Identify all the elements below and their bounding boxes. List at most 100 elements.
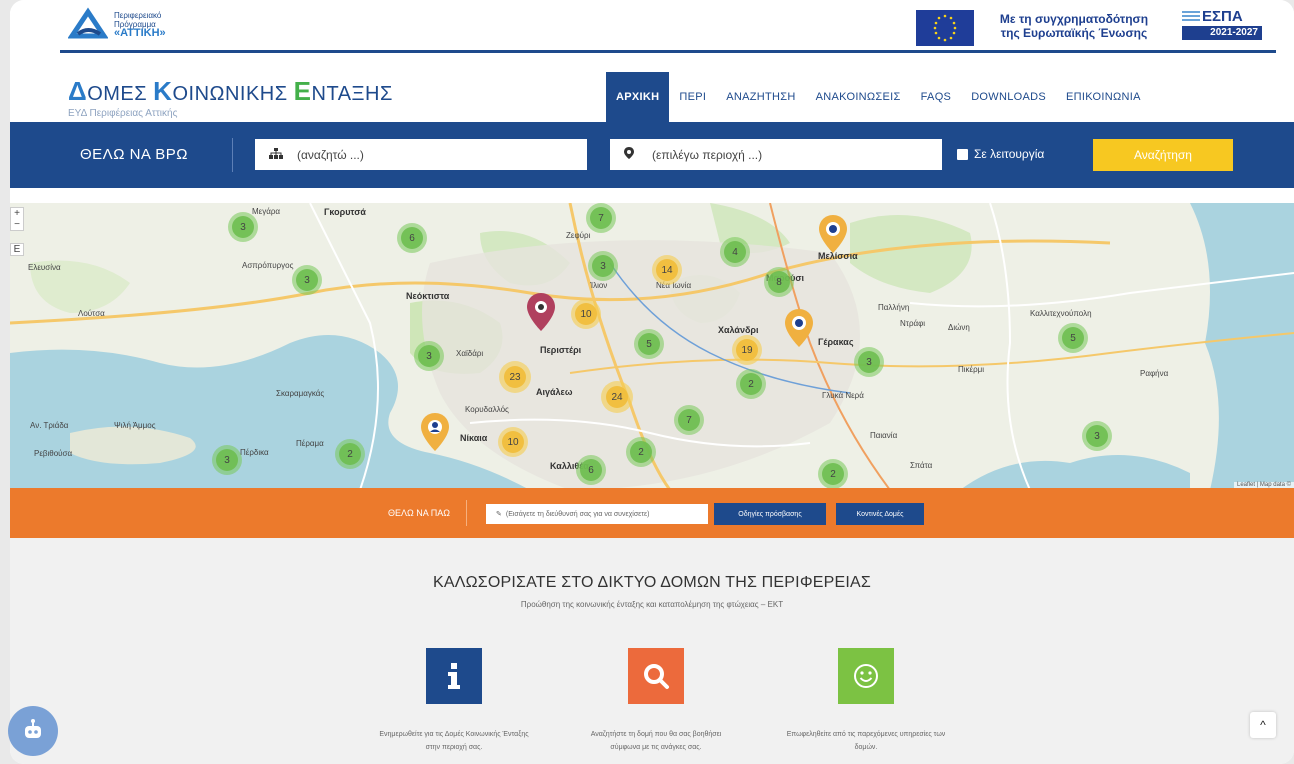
nav-faqs[interactable]: FAQS [911,72,962,122]
cluster-count: 6 [580,459,602,481]
directions-divider [466,500,467,526]
map-cluster[interactable]: 3 [414,341,444,371]
map-cluster[interactable]: 3 [228,212,258,242]
map-place-label: Κορυδαλλός [465,405,509,414]
cluster-count: 10 [502,431,524,453]
map-cluster[interactable]: 10 [498,427,528,457]
map-cluster[interactable]: 3 [1082,421,1112,451]
top-banner: Περιφερειακό Πρόγραμμα «ΑΤΤΙΚΗ» Με τη συ… [10,0,1294,53]
structure-pin-icon[interactable] [420,413,450,451]
directions-button[interactable]: Οδηγίες πρόσβασης [714,503,826,525]
map-place-label: Χαλάνδρι [718,325,759,335]
structures-map[interactable]: + − E Μεγάρα Γκορυτσά Ζεφύρι Μελίσσια Μα… [10,203,1294,490]
map-place-label: Παλλήνη [878,303,910,312]
map-cluster[interactable]: 2 [818,459,848,489]
map-cluster[interactable]: 2 [335,439,365,469]
smile-icon[interactable] [838,648,894,704]
espa-bars-icon [1182,11,1200,25]
espa-logo: ΕΣΠΑ 2021-2027 [1180,8,1264,48]
map-cluster[interactable]: 7 [586,203,616,233]
page: Περιφερειακό Πρόγραμμα «ΑΤΤΙΚΗ» Με τη συ… [10,0,1294,764]
main-navigation-row: ΔΟΜΕΣ ΚΟΙΝΩΝΙΚΗΣ ΕΝΤΑΞΗΣ ΕΥΔ Περιφέρειας… [10,56,1294,122]
nav-announcements[interactable]: ΑΝΑΚΟΙΝΩΣΕΙΣ [806,72,911,122]
feature-search-text: Αναζητήστε τη δομή που θα σας βοηθήσει σ… [590,731,722,751]
map-cluster[interactable]: 3 [588,251,618,281]
map-cluster[interactable]: 24 [601,381,633,413]
site-title-word-2: ΟΙΝΩΝΙΚΗΣ [172,83,294,105]
scroll-to-top-button[interactable]: ^ [1250,712,1276,738]
cluster-count: 8 [768,271,790,293]
feature-info-text: Ενημερωθείτε για τις Δομές Κοινωνικής Έν… [379,731,529,751]
pencil-icon: ✎ [496,511,502,518]
nav-contact[interactable]: ΕΠΙΚΟΙΝΩΝΙΑ [1056,72,1151,122]
map-cluster[interactable]: 3 [292,265,322,295]
area-select-input[interactable]: (επιλέγω περιοχή ...) [610,139,942,170]
cluster-count: 7 [590,207,612,229]
cluster-count: 3 [296,269,318,291]
info-icon[interactable] [426,648,482,704]
address-input[interactable]: ✎ (Εισάγετε τη διεύθυνσή σας για να συνε… [486,504,708,524]
nearby-structures-button[interactable]: Κοντινές Δομές [836,503,924,525]
espa-years: 2021-2027 [1182,26,1262,40]
site-title-initial-1: Δ [68,76,88,106]
layer-control[interactable]: E [10,243,24,256]
map-cluster[interactable]: 10 [571,299,601,329]
funding-line2: της Ευρωπαϊκής Ένωσης [1000,26,1148,40]
structure-pin-icon[interactable] [784,309,814,347]
site-logo[interactable]: ΔΟΜΕΣ ΚΟΙΝΩΝΙΚΗΣ ΕΝΤΑΞΗΣ ΕΥΔ Περιφέρειας… [68,76,393,119]
cluster-count: 3 [232,216,254,238]
map-place-label: Ζεφύρι [566,231,591,240]
map-cluster[interactable]: 2 [626,437,656,467]
map-cluster[interactable]: 2 [736,369,766,399]
program-logo[interactable]: Περιφερειακό Πρόγραμμα «ΑΤΤΙΚΗ» [68,6,166,42]
site-title-initial-3: Ε [293,76,312,106]
structure-pin-icon[interactable] [818,215,848,253]
feature-search: Αναζητήστε τη δομή που θα σας βοηθήσει σ… [556,648,756,754]
map-place-label: Ρεβιθούσα [34,449,73,458]
zoom-out-button[interactable]: − [11,219,23,230]
map-cluster[interactable]: 8 [764,267,794,297]
map-place-label: Ντράφι [900,319,926,328]
map-place-label: Σκαραμαγκάς [276,389,325,398]
robot-icon[interactable] [8,706,58,756]
map-cluster[interactable]: 6 [397,223,427,253]
site-title: ΔΟΜΕΣ ΚΟΙΝΩΝΙΚΗΣ ΕΝΤΑΞΗΣ [68,76,393,107]
map-cluster[interactable]: 3 [854,347,884,377]
selected-location-pin-icon[interactable] [526,293,556,331]
map-cluster[interactable]: 23 [499,361,531,393]
search-icon[interactable] [628,648,684,704]
structure-search-input[interactable]: (αναζητώ ...) [255,139,587,170]
nav-home[interactable]: ΑΡΧΙΚΗ [606,72,670,122]
cluster-count: 3 [858,351,880,373]
espa-label: ΕΣΠΑ [1202,8,1243,25]
nav-downloads[interactable]: DOWNLOADS [961,72,1056,122]
map-cluster[interactable]: 14 [652,255,682,285]
map-cluster[interactable]: 5 [634,329,664,359]
map-marker-icon [624,147,638,162]
nav-about[interactable]: ΠΕΡΙ [669,72,716,122]
map-cluster[interactable]: 6 [576,455,606,485]
active-filter-checkbox[interactable]: Σε λειτουργία [957,147,1044,161]
directions-title: ΘΕΛΩ ΝΑ ΠΑΩ [388,508,450,518]
cluster-count: 24 [606,386,628,408]
map-place-label: Γκορυτσά [324,207,366,217]
eu-flag-icon [916,10,974,46]
cluster-count: 3 [1086,425,1108,447]
map-cluster[interactable]: 7 [674,405,704,435]
map-place-label: Χαϊδάρι [456,349,484,358]
map-cluster[interactable]: 5 [1058,323,1088,353]
map-place-label: Αν. Τριάδα [30,421,69,430]
map-place-label: Παιανία [870,431,898,440]
map-cluster[interactable]: 4 [720,237,750,267]
search-divider [232,138,233,172]
map-cluster[interactable]: 3 [212,445,242,475]
zoom-in-button[interactable]: + [11,208,23,219]
search-button[interactable]: Αναζήτηση [1093,139,1233,171]
map-place-label: Πικέρμι [958,365,985,374]
map-cluster[interactable]: 19 [732,335,762,365]
cluster-count: 3 [418,345,440,367]
chevron-up-icon: ^ [1260,718,1266,732]
checkbox-box[interactable] [957,148,968,160]
nav-search[interactable]: ΑΝΑΖΗΤΗΣΗ [716,72,805,122]
map-place-label: Ίλιον [590,281,608,290]
